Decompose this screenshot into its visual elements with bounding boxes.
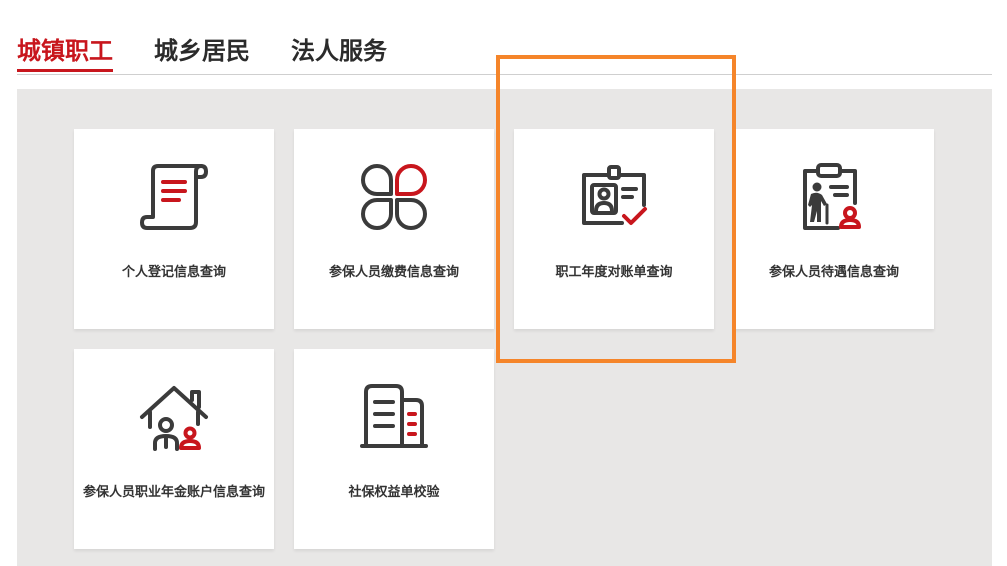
buildings-icon (358, 381, 430, 453)
service-label: 职工年度对账单查询 (555, 265, 673, 280)
service-card-rights-verification[interactable]: 社保权益单校验 (294, 349, 494, 549)
service-label: 参保人员缴费信息查询 (328, 265, 459, 280)
service-label: 参保人员职业年金账户信息查询 (82, 485, 265, 500)
clipboard-elderly-icon (798, 161, 870, 233)
house-family-icon (138, 381, 210, 453)
service-card-benefits-info[interactable]: 参保人员待遇信息查询 (734, 129, 934, 329)
service-label: 社保权益单校验 (348, 485, 440, 500)
clover-icon (358, 161, 430, 233)
service-card-occupational-annuity[interactable]: 参保人员职业年金账户信息查询 (74, 349, 274, 549)
id-card-check-icon (578, 161, 650, 233)
services-panel: 个人登记信息查询 参保人员缴费信息查询 职工年度对账单查询 参保人员待遇信息查询… (17, 89, 992, 566)
tab-urban-rural-residents[interactable]: 城乡居民 (154, 37, 250, 72)
document-scroll-icon (138, 161, 210, 233)
service-card-personal-registration[interactable]: 个人登记信息查询 (74, 129, 274, 329)
tab-corporate-services[interactable]: 法人服务 (291, 37, 387, 72)
service-label: 参保人员待遇信息查询 (768, 265, 899, 280)
service-label: 个人登记信息查询 (121, 265, 226, 280)
tabs-divider (17, 74, 992, 75)
service-card-annual-statement[interactable]: 职工年度对账单查询 (514, 129, 714, 329)
category-tabs: 城镇职工 城乡居民 法人服务 (17, 37, 428, 72)
services-grid: 个人登记信息查询 参保人员缴费信息查询 职工年度对账单查询 参保人员待遇信息查询… (74, 129, 992, 549)
tab-urban-employees[interactable]: 城镇职工 (17, 37, 113, 72)
service-card-contribution-info[interactable]: 参保人员缴费信息查询 (294, 129, 494, 329)
